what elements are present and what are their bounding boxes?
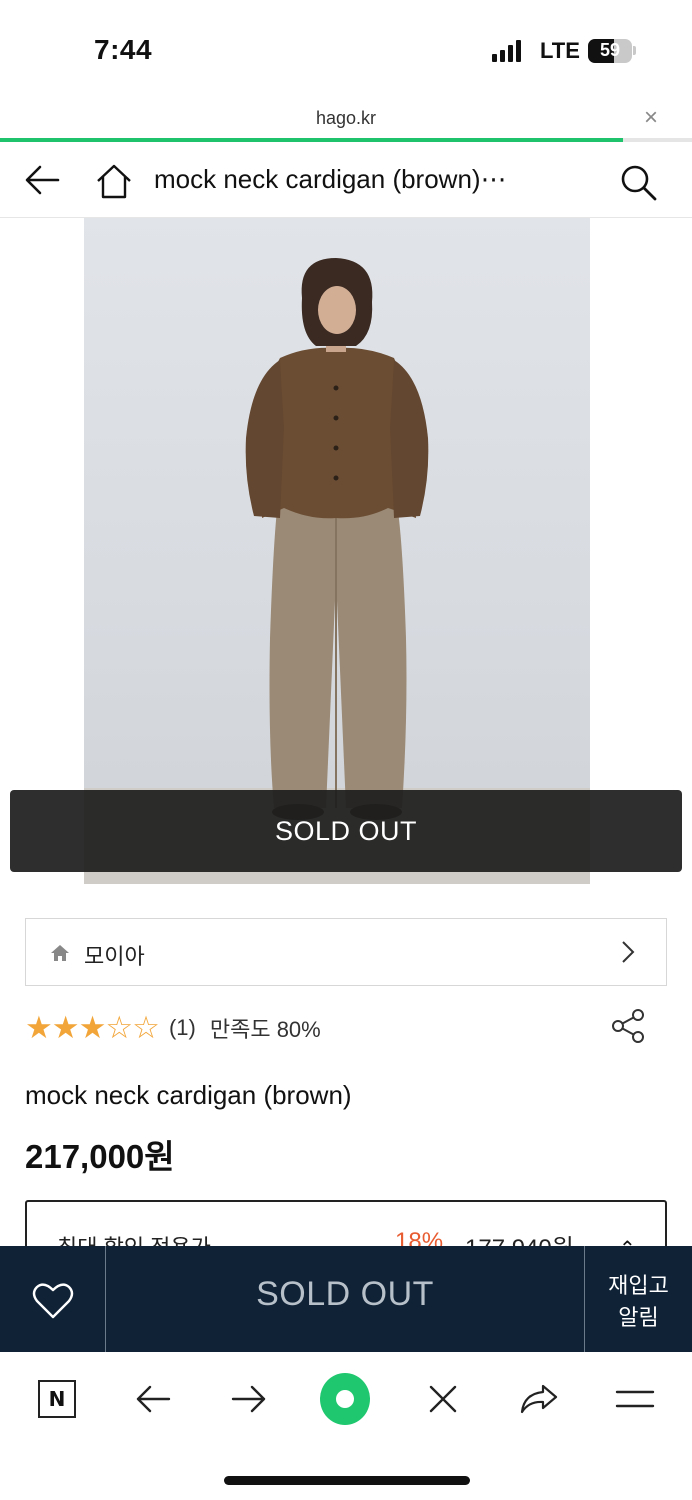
green-dot-button[interactable] <box>320 1373 370 1425</box>
satisfaction-score: 만족도 80% <box>209 1017 321 1042</box>
chevron-right-icon <box>622 941 635 963</box>
sold-out-button[interactable]: SOLD OUT <box>106 1246 584 1352</box>
model-illustration <box>245 258 429 820</box>
browser-share-button[interactable] <box>514 1374 564 1424</box>
battery-icon: 59 <box>588 39 632 63</box>
battery-nub <box>633 46 636 55</box>
store-home-icon <box>51 945 69 961</box>
naver-home-button[interactable]: N <box>32 1374 82 1424</box>
browser-back-button[interactable] <box>128 1374 178 1424</box>
back-icon <box>136 1385 171 1413</box>
battery-level: 59 <box>599 40 621 60</box>
page-title: mock neck cardigan (brown)⋯ <box>154 164 507 194</box>
purchase-bar: SOLD OUT 재입고 알림 <box>0 1246 692 1352</box>
heart-icon <box>32 1283 74 1319</box>
network-label: LTE <box>540 38 580 63</box>
review-count[interactable]: (1) <box>169 1015 196 1041</box>
close-icon[interactable]: × <box>644 104 658 132</box>
sold-out-overlay: SOLD OUT <box>10 790 682 872</box>
url-domain[interactable]: hago.kr <box>0 108 692 129</box>
browser-close-button[interactable] <box>418 1374 468 1424</box>
signal-icon <box>492 40 521 62</box>
rating-stars: ★★★☆☆ <box>25 1010 160 1045</box>
home-indicator <box>224 1476 470 1485</box>
browser-forward-button[interactable] <box>224 1374 274 1424</box>
store-name: 모이아 <box>84 944 145 969</box>
product-price: 217,000원 <box>25 1138 175 1175</box>
store-link[interactable]: 모이아 <box>25 918 667 986</box>
close-x-icon <box>429 1385 457 1413</box>
menu-icon <box>615 1390 655 1408</box>
status-time: 7:44 <box>94 34 153 65</box>
forward-icon <box>231 1385 266 1413</box>
status-bar: 7:44 LTE 59 <box>0 0 692 100</box>
back-arrow-icon[interactable] <box>22 162 62 198</box>
rating-row[interactable]: ★★★☆☆ (1) 만족도 80% <box>25 1010 321 1046</box>
restock-label-line2: 알림 <box>618 1305 659 1330</box>
restock-alert-button[interactable]: 재입고 알림 <box>584 1246 692 1352</box>
share-icon[interactable] <box>610 1008 646 1044</box>
share-arrow-icon <box>520 1384 558 1414</box>
browser-url-bar[interactable]: hago.kr × <box>0 100 692 142</box>
browser-toolbar: N <box>0 1352 692 1448</box>
restock-label-line1: 재입고 <box>608 1273 669 1298</box>
wishlist-button[interactable] <box>0 1246 106 1352</box>
home-icon[interactable] <box>94 162 134 200</box>
product-name: mock neck cardigan (brown) <box>25 1080 352 1110</box>
search-icon[interactable] <box>618 162 658 202</box>
page-header: mock neck cardigan (brown)⋯ <box>0 142 692 218</box>
naver-icon: N <box>38 1380 76 1418</box>
browser-menu-button[interactable] <box>610 1374 660 1424</box>
product-image[interactable] <box>84 218 590 884</box>
green-dot-icon <box>320 1373 370 1425</box>
